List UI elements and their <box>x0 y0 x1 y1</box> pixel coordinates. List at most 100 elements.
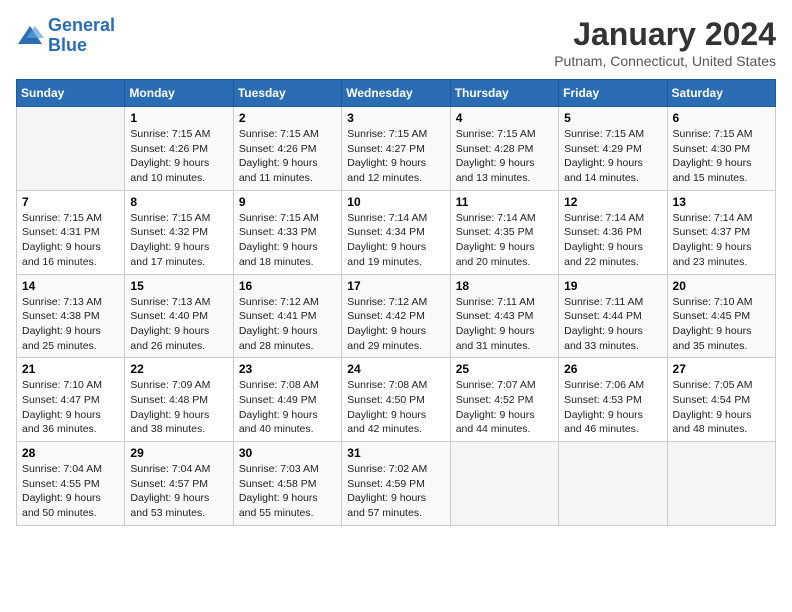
calendar-cell: 17Sunrise: 7:12 AM Sunset: 4:42 PM Dayli… <box>342 274 450 358</box>
cell-content: Sunrise: 7:02 AM Sunset: 4:59 PM Dayligh… <box>347 462 444 521</box>
calendar-cell <box>559 442 667 526</box>
location: Putnam, Connecticut, United States <box>554 53 776 69</box>
calendar-cell: 27Sunrise: 7:05 AM Sunset: 4:54 PM Dayli… <box>667 358 775 442</box>
day-number: 30 <box>239 446 336 460</box>
day-number: 20 <box>673 279 770 293</box>
calendar-cell: 5Sunrise: 7:15 AM Sunset: 4:29 PM Daylig… <box>559 107 667 191</box>
cell-content: Sunrise: 7:07 AM Sunset: 4:52 PM Dayligh… <box>456 378 553 437</box>
calendar-cell: 19 Sunrise: 7:11 AM Sunset: 4:44 PM Dayli… <box>559 274 667 358</box>
day-number: 15 <box>130 279 227 293</box>
calendar-cell: 11Sunrise: 7:14 AM Sunset: 4:35 PM Dayli… <box>450 190 558 274</box>
cell-content: Sunrise: 7:15 AM Sunset: 4:28 PM Dayligh… <box>456 127 553 186</box>
cell-content: Sunrise: 7:11 AM Sunset: 4:43 PM Dayligh… <box>456 295 553 354</box>
cell-content: Sunrise: 7:15 AM Sunset: 4:26 PM Dayligh… <box>239 127 336 186</box>
day-number: 11 <box>456 195 553 209</box>
day-number: 23 <box>239 362 336 376</box>
calendar-cell: 14Sunrise: 7:13 AM Sunset: 4:38 PM Dayli… <box>17 274 125 358</box>
calendar-cell: 20 Sunrise: 7:10 AM Sunset: 4:45 PM Dayli… <box>667 274 775 358</box>
day-number: 18 <box>456 279 553 293</box>
calendar-cell: 24Sunrise: 7:08 AM Sunset: 4:50 PM Dayli… <box>342 358 450 442</box>
title-block: January 2024 Putnam, Connecticut, United… <box>554 16 776 69</box>
day-header-saturday: Saturday <box>667 80 775 107</box>
cell-content: Sunrise: 7:15 AM Sunset: 4:32 PM Dayligh… <box>130 211 227 270</box>
calendar-cell: 6 Sunrise: 7:15 AM Sunset: 4:30 PM Daylig… <box>667 107 775 191</box>
day-number: 19 <box>564 279 661 293</box>
day-number: 12 <box>564 195 661 209</box>
cell-content: Sunrise: 7:14 AM Sunset: 4:36 PM Dayligh… <box>564 211 661 270</box>
calendar-cell: 8 Sunrise: 7:15 AM Sunset: 4:32 PM Daylig… <box>125 190 233 274</box>
day-number: 21 <box>22 362 119 376</box>
calendar-cell: 3Sunrise: 7:15 AM Sunset: 4:27 PM Daylig… <box>342 107 450 191</box>
cell-content: Sunrise: 7:15 AM Sunset: 4:30 PM Dayligh… <box>673 127 770 186</box>
cell-content: Sunrise: 7:04 AM Sunset: 4:55 PM Dayligh… <box>22 462 119 521</box>
logo: General Blue <box>16 16 115 56</box>
calendar-cell: 1 Sunrise: 7:15 AM Sunset: 4:26 PM Daylig… <box>125 107 233 191</box>
calendar-cell: 4 Sunrise: 7:15 AM Sunset: 4:28 PM Daylig… <box>450 107 558 191</box>
day-header-sunday: Sunday <box>17 80 125 107</box>
day-number: 17 <box>347 279 444 293</box>
day-number: 22 <box>130 362 227 376</box>
calendar-week-3: 14Sunrise: 7:13 AM Sunset: 4:38 PM Dayli… <box>17 274 776 358</box>
day-number: 1 <box>130 111 227 125</box>
calendar-week-5: 28 Sunrise: 7:04 AM Sunset: 4:55 PM Dayli… <box>17 442 776 526</box>
calendar-body: 1 Sunrise: 7:15 AM Sunset: 4:26 PM Daylig… <box>17 107 776 526</box>
calendar-cell: 25 Sunrise: 7:07 AM Sunset: 4:52 PM Dayli… <box>450 358 558 442</box>
calendar-week-2: 7Sunrise: 7:15 AM Sunset: 4:31 PM Daylig… <box>17 190 776 274</box>
calendar-cell: 21 Sunrise: 7:10 AM Sunset: 4:47 PM Dayli… <box>17 358 125 442</box>
calendar-cell: 13 Sunrise: 7:14 AM Sunset: 4:37 PM Dayli… <box>667 190 775 274</box>
day-number: 31 <box>347 446 444 460</box>
calendar-cell: 7Sunrise: 7:15 AM Sunset: 4:31 PM Daylig… <box>17 190 125 274</box>
calendar-cell: 15 Sunrise: 7:13 AM Sunset: 4:40 PM Dayli… <box>125 274 233 358</box>
day-header-monday: Monday <box>125 80 233 107</box>
day-number: 24 <box>347 362 444 376</box>
day-number: 28 <box>22 446 119 460</box>
calendar-cell <box>667 442 775 526</box>
day-header-tuesday: Tuesday <box>233 80 341 107</box>
cell-content: Sunrise: 7:04 AM Sunset: 4:57 PM Dayligh… <box>130 462 227 521</box>
calendar-cell: 23Sunrise: 7:08 AM Sunset: 4:49 PM Dayli… <box>233 358 341 442</box>
cell-content: Sunrise: 7:11 AM Sunset: 4:44 PM Dayligh… <box>564 295 661 354</box>
day-number: 13 <box>673 195 770 209</box>
day-number: 16 <box>239 279 336 293</box>
calendar-header: SundayMondayTuesdayWednesdayThursdayFrid… <box>17 80 776 107</box>
cell-content: Sunrise: 7:14 AM Sunset: 4:34 PM Dayligh… <box>347 211 444 270</box>
logo-icon <box>16 24 44 48</box>
calendar-cell: 22 Sunrise: 7:09 AM Sunset: 4:48 PM Dayli… <box>125 358 233 442</box>
day-number: 2 <box>239 111 336 125</box>
calendar-cell: 30 Sunrise: 7:03 AM Sunset: 4:58 PM Dayli… <box>233 442 341 526</box>
calendar-cell: 16 Sunrise: 7:12 AM Sunset: 4:41 PM Dayli… <box>233 274 341 358</box>
logo-text: General Blue <box>48 16 115 56</box>
cell-content: Sunrise: 7:03 AM Sunset: 4:58 PM Dayligh… <box>239 462 336 521</box>
day-number: 9 <box>239 195 336 209</box>
month-title: January 2024 <box>554 16 776 53</box>
cell-content: Sunrise: 7:10 AM Sunset: 4:45 PM Dayligh… <box>673 295 770 354</box>
calendar-cell <box>17 107 125 191</box>
cell-content: Sunrise: 7:05 AM Sunset: 4:54 PM Dayligh… <box>673 378 770 437</box>
day-number: 10 <box>347 195 444 209</box>
calendar-week-4: 21 Sunrise: 7:10 AM Sunset: 4:47 PM Dayli… <box>17 358 776 442</box>
cell-content: Sunrise: 7:15 AM Sunset: 4:31 PM Dayligh… <box>22 211 119 270</box>
cell-content: Sunrise: 7:13 AM Sunset: 4:40 PM Dayligh… <box>130 295 227 354</box>
day-header-wednesday: Wednesday <box>342 80 450 107</box>
day-number: 4 <box>456 111 553 125</box>
cell-content: Sunrise: 7:14 AM Sunset: 4:37 PM Dayligh… <box>673 211 770 270</box>
day-number: 25 <box>456 362 553 376</box>
day-number: 8 <box>130 195 227 209</box>
calendar-cell: 9 Sunrise: 7:15 AM Sunset: 4:33 PM Daylig… <box>233 190 341 274</box>
cell-content: Sunrise: 7:10 AM Sunset: 4:47 PM Dayligh… <box>22 378 119 437</box>
cell-content: Sunrise: 7:09 AM Sunset: 4:48 PM Dayligh… <box>130 378 227 437</box>
calendar-cell: 10 Sunrise: 7:14 AM Sunset: 4:34 PM Dayli… <box>342 190 450 274</box>
day-number: 29 <box>130 446 227 460</box>
cell-content: Sunrise: 7:13 AM Sunset: 4:38 PM Dayligh… <box>22 295 119 354</box>
day-number: 5 <box>564 111 661 125</box>
cell-content: Sunrise: 7:15 AM Sunset: 4:27 PM Dayligh… <box>347 127 444 186</box>
day-header-thursday: Thursday <box>450 80 558 107</box>
cell-content: Sunrise: 7:12 AM Sunset: 4:41 PM Dayligh… <box>239 295 336 354</box>
calendar-cell: 29 Sunrise: 7:04 AM Sunset: 4:57 PM Dayli… <box>125 442 233 526</box>
day-number: 6 <box>673 111 770 125</box>
calendar-cell: 18 Sunrise: 7:11 AM Sunset: 4:43 PM Dayli… <box>450 274 558 358</box>
cell-content: Sunrise: 7:06 AM Sunset: 4:53 PM Dayligh… <box>564 378 661 437</box>
cell-content: Sunrise: 7:15 AM Sunset: 4:33 PM Dayligh… <box>239 211 336 270</box>
cell-content: Sunrise: 7:15 AM Sunset: 4:26 PM Dayligh… <box>130 127 227 186</box>
page-header: General Blue January 2024 Putnam, Connec… <box>16 16 776 69</box>
